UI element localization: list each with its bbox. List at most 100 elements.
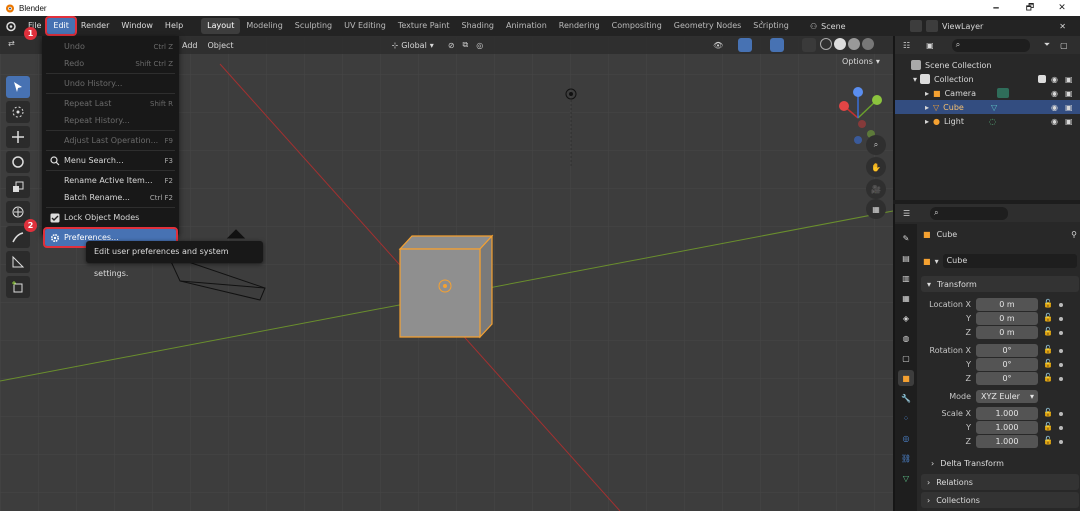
move-tool-icon[interactable] bbox=[6, 126, 30, 148]
menu-item-repeat-last[interactable]: Repeat Last Shift R bbox=[42, 95, 179, 112]
world-tab-icon[interactable]: ◍ bbox=[898, 330, 914, 346]
material-shading-icon[interactable] bbox=[848, 38, 860, 50]
select-tool-icon[interactable] bbox=[6, 76, 30, 98]
rendered-shading-icon[interactable] bbox=[862, 38, 874, 50]
lock-icon[interactable]: 🔓 bbox=[1043, 436, 1053, 446]
rotation-y-field[interactable]: 0° bbox=[976, 358, 1038, 371]
menu-item-lock-object-modes[interactable]: Lock Object Modes bbox=[42, 209, 179, 226]
tab-sculpting[interactable]: Sculpting bbox=[289, 18, 338, 34]
menu-item-rename-active-item[interactable]: Rename Active Item... F2 bbox=[42, 172, 179, 189]
menu-item-undo-history[interactable]: Undo History... bbox=[42, 75, 179, 92]
keyframe-dot-icon[interactable] bbox=[1059, 440, 1063, 444]
eye-icon[interactable]: ◉ bbox=[1051, 103, 1058, 112]
tab-scripting[interactable]: Scripting bbox=[747, 18, 795, 34]
lock-icon[interactable]: 🔓 bbox=[1043, 359, 1053, 369]
editor-type-icon[interactable]: ⇄ bbox=[8, 39, 22, 51]
mesh-data-icon[interactable]: ▽ bbox=[991, 103, 997, 112]
lock-icon[interactable]: 🔓 bbox=[1043, 327, 1053, 337]
object-tab-icon[interactable]: ■ bbox=[898, 370, 914, 386]
scale-z-field[interactable]: 1.000 bbox=[976, 435, 1038, 448]
location-z-field[interactable]: 0 m bbox=[976, 326, 1038, 339]
perspective-toggle-icon[interactable]: ▦ bbox=[866, 199, 886, 219]
keyframe-dot-icon[interactable] bbox=[1059, 363, 1063, 367]
overlay-toggle-icon[interactable] bbox=[770, 38, 784, 52]
scene-selector[interactable]: ⚇ Scene bbox=[810, 18, 896, 34]
camera-data-icon[interactable] bbox=[997, 88, 1009, 98]
keyframe-dot-icon[interactable] bbox=[1059, 317, 1063, 321]
tool-tab-icon[interactable]: ✎ bbox=[898, 230, 914, 246]
snap-icon[interactable]: ⧉ bbox=[463, 40, 469, 50]
eye-icon[interactable]: ◉ bbox=[1051, 117, 1058, 126]
maximize-button[interactable]: 🗗 bbox=[1014, 0, 1046, 16]
collection-tab-icon[interactable]: ▢ bbox=[898, 350, 914, 366]
delta-transform-section-header[interactable]: › Delta Transform bbox=[921, 455, 1079, 471]
collection-row[interactable]: ▾ Collection ◉ ▣ bbox=[895, 72, 1080, 86]
new-collection-icon[interactable]: ▢ bbox=[1060, 41, 1068, 50]
transform-section-header[interactable]: ▾ Transform bbox=[921, 276, 1079, 292]
lock-icon[interactable]: 🔓 bbox=[1043, 345, 1053, 355]
visibility-icon[interactable]: 👁 bbox=[713, 41, 723, 50]
tab-animation[interactable]: Animation bbox=[500, 18, 553, 34]
checkbox-checked-icon[interactable] bbox=[1038, 75, 1046, 83]
keyframe-dot-icon[interactable] bbox=[1059, 331, 1063, 335]
keyframe-dot-icon[interactable] bbox=[1059, 377, 1063, 381]
tab-uv-editing[interactable]: UV Editing bbox=[338, 18, 392, 34]
blender-menu-icon[interactable] bbox=[4, 20, 16, 32]
eye-icon[interactable]: ◉ bbox=[1051, 75, 1058, 84]
keyframe-dot-icon[interactable] bbox=[1059, 412, 1063, 416]
relations-section-header[interactable]: › Relations bbox=[921, 474, 1079, 490]
constraints-tab-icon[interactable]: ⛓ bbox=[898, 450, 914, 466]
lock-icon[interactable]: 🔓 bbox=[1043, 313, 1053, 323]
add-cube-tool-icon[interactable] bbox=[6, 276, 30, 298]
filter-icon[interactable]: ⏷ bbox=[1044, 40, 1050, 50]
menu-render[interactable]: Render bbox=[75, 18, 115, 34]
camera-view-icon[interactable]: 🎥 bbox=[866, 179, 886, 199]
tab-modeling[interactable]: Modeling bbox=[240, 18, 288, 34]
menu-edit[interactable]: Edit bbox=[45, 16, 77, 36]
close-view-layer-icon[interactable]: ✕ bbox=[1059, 22, 1066, 31]
camera-render-icon[interactable]: ▣ bbox=[1065, 117, 1073, 126]
menu-item-adjust-last-operation[interactable]: Adjust Last Operation... F9 bbox=[42, 132, 179, 149]
modifier-tab-icon[interactable]: 🔧 bbox=[898, 390, 914, 406]
menu-item-menu-search[interactable]: Menu Search... F3 bbox=[42, 152, 179, 169]
rotate-tool-icon[interactable] bbox=[6, 151, 30, 173]
zoom-icon[interactable]: ⌕ bbox=[866, 135, 886, 155]
lock-icon[interactable]: 🔓 bbox=[1043, 422, 1053, 432]
object-menu[interactable]: Object bbox=[208, 41, 234, 50]
menu-item-redo[interactable]: Redo Shift Ctrl Z bbox=[42, 55, 179, 72]
properties-editor-icon[interactable]: ☰ bbox=[903, 209, 910, 218]
lock-icon[interactable]: 🔓 bbox=[1043, 373, 1053, 383]
datablock-selector[interactable]: ■ ▾ Cube bbox=[923, 254, 1077, 268]
outliner-row-camera[interactable]: ▸ ■ Camera ◉ ▣ bbox=[895, 86, 1080, 100]
menu-window[interactable]: Window bbox=[115, 18, 159, 34]
lock-icon[interactable]: 🔓 bbox=[1043, 299, 1053, 309]
tab-rendering[interactable]: Rendering bbox=[553, 18, 606, 34]
outliner-editor-icon[interactable]: ☷ bbox=[903, 41, 910, 50]
output-tab-icon[interactable]: ▥ bbox=[898, 270, 914, 286]
camera-render-icon[interactable]: ▣ bbox=[1065, 103, 1073, 112]
gizmo-toggle-icon[interactable] bbox=[738, 38, 752, 52]
tab-texture-paint[interactable]: Texture Paint bbox=[392, 18, 456, 34]
view-layer-tab-icon[interactable]: ▦ bbox=[898, 290, 914, 306]
outliner-row-cube[interactable]: ▸ ▽ Cube ▽ ◉ ▣ bbox=[895, 100, 1080, 114]
menu-item-batch-rename[interactable]: Batch Rename... Ctrl F2 bbox=[42, 189, 179, 206]
minimize-button[interactable]: 🗕 bbox=[980, 0, 1012, 16]
scene-collection-row[interactable]: Scene Collection bbox=[895, 58, 1080, 72]
tab-layout[interactable]: Layout bbox=[201, 18, 241, 34]
properties-search-input[interactable]: ⌕ bbox=[930, 206, 1009, 220]
wireframe-shading-icon[interactable] bbox=[820, 38, 832, 50]
view-layer-selector[interactable]: ViewLayer ✕ bbox=[910, 18, 1070, 34]
eye-icon[interactable]: ◉ bbox=[1051, 89, 1058, 98]
tab-compositing[interactable]: Compositing bbox=[606, 18, 668, 34]
tab-shading[interactable]: Shading bbox=[455, 18, 500, 34]
menu-item-undo[interactable]: Undo Ctrl Z bbox=[42, 38, 179, 55]
light-data-icon[interactable]: ◌ bbox=[989, 117, 996, 126]
render-tab-icon[interactable]: ▤ bbox=[898, 250, 914, 266]
orientation-selector[interactable]: ⊹ Global ▾ bbox=[392, 41, 434, 50]
xray-toggle-icon[interactable] bbox=[802, 38, 816, 52]
location-y-field[interactable]: 0 m bbox=[976, 312, 1038, 325]
data-tab-icon[interactable]: ▽ bbox=[898, 470, 914, 486]
physics-tab-icon[interactable]: ◎ bbox=[898, 430, 914, 446]
camera-render-icon[interactable]: ▣ bbox=[1065, 75, 1073, 84]
workspace-next-icon[interactable]: › bbox=[760, 18, 764, 28]
